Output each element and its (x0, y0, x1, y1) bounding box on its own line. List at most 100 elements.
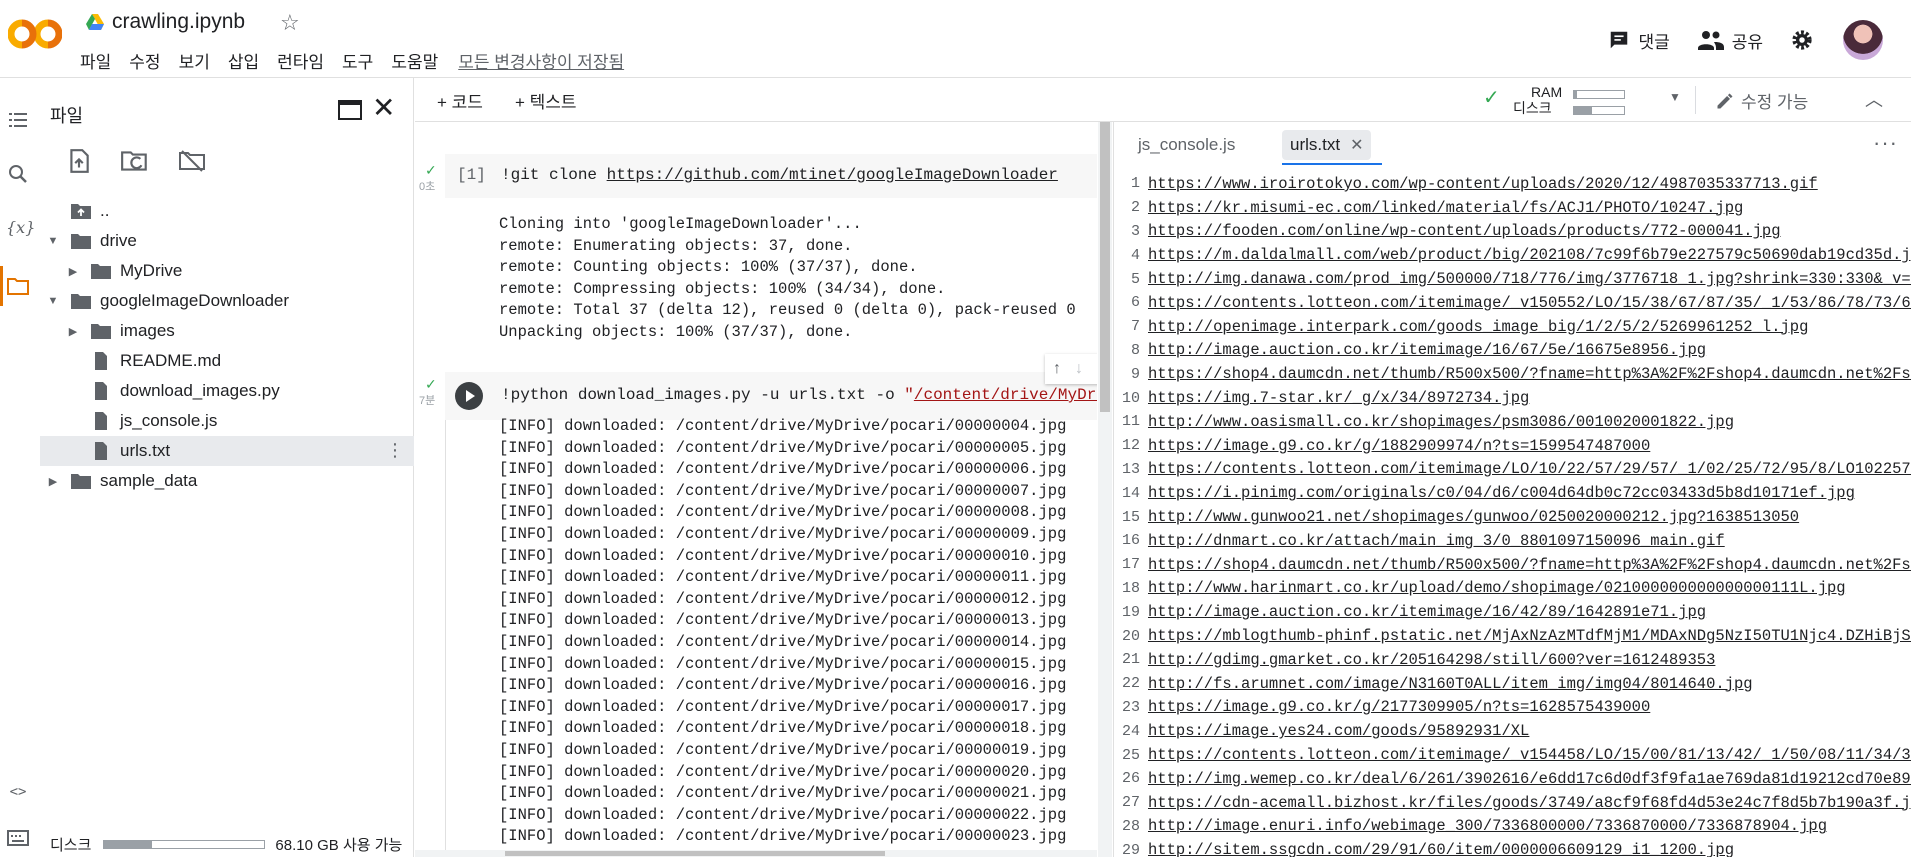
variables-icon[interactable]: {x} (6, 218, 35, 242)
run-cell-button[interactable] (455, 382, 483, 410)
editor-line[interactable]: 4 https://m.daldalmall.com/web/product/bi… (1114, 243, 1911, 267)
editor-line[interactable]: 17 https://shop4.daumcdn.net/thumb/R500x5… (1114, 553, 1911, 577)
star-icon[interactable]: ☆ (280, 10, 300, 36)
editor-line[interactable]: 16 http://dnmart.co.kr/attach/main_img_3/… (1114, 529, 1911, 553)
editor-line[interactable]: 14 https://i.pinimg.com/originals/c0/04/d… (1114, 481, 1911, 505)
line-text[interactable]: https://contents.lotteon.com/itemimage/_… (1148, 294, 1911, 312)
editor-line[interactable]: 2 https://kr.misumi-ec.com/linked/materia… (1114, 196, 1911, 220)
share-button[interactable]: 공유 (1697, 28, 1763, 53)
edit-mode-button[interactable]: 수정 가능 (1715, 88, 1808, 113)
line-text[interactable]: https://mblogthumb-phinf.pstatic.net/MjA… (1148, 627, 1911, 645)
move-down-icon[interactable]: ↓ (1075, 360, 1083, 378)
cell-code[interactable]: !python download_images.py -u urls.txt -… (501, 386, 1097, 404)
menu-runtime[interactable]: 런타임 (277, 48, 324, 73)
tree-item-js-console[interactable]: js_console.js (40, 406, 414, 436)
refresh-folder-icon[interactable] (120, 148, 150, 174)
add-code-button[interactable]: + 코드 (437, 88, 483, 113)
editor-line[interactable]: 23 https://image.g9.co.kr/g/2177309905/n?… (1114, 696, 1911, 720)
close-tab-icon[interactable]: ✕ (1350, 135, 1363, 155)
unmount-drive-icon[interactable] (178, 148, 206, 174)
tree-item-drive[interactable]: ▼ drive (40, 226, 414, 256)
tree-item-images[interactable]: ▶ images (40, 316, 414, 346)
editor-line[interactable]: 15 http://www.gunwoo21.net/shopimages/gun… (1114, 505, 1911, 529)
settings-button[interactable] (1791, 29, 1821, 51)
line-text[interactable]: https://contents.lotteon.com/itemimage/_… (1148, 746, 1911, 764)
editor-line[interactable]: 7 http://openimage.interpark.com/goods_im… (1114, 315, 1911, 339)
caret-down-icon[interactable]: ▼ (46, 235, 60, 247)
line-text[interactable]: http://image.enuri.info/webimage_300/733… (1148, 817, 1827, 835)
caret-right-icon[interactable]: ▶ (66, 325, 80, 338)
tree-item-googleimagedownloader[interactable]: ▼ googleImageDownloader (40, 286, 414, 316)
line-text[interactable]: http://img.danawa.com/prod_img/500000/71… (1148, 270, 1911, 288)
folder-icon[interactable] (6, 274, 30, 298)
menu-view[interactable]: 보기 (179, 48, 210, 73)
menu-tools[interactable]: 도구 (342, 48, 373, 73)
line-text[interactable]: https://cdn-acemall.bizhost.kr/files/goo… (1148, 794, 1911, 812)
editor-line[interactable]: 5 http://img.danawa.com/prod_img/500000/7… (1114, 267, 1911, 291)
tree-item-readme[interactable]: README.md (40, 346, 414, 376)
line-text[interactable]: https://image.g9.co.kr/g/1882909974/n?ts… (1148, 437, 1650, 455)
tree-item-parent[interactable]: .. (40, 196, 414, 226)
tree-item-sample-data[interactable]: ▶ sample_data (40, 466, 414, 496)
line-text[interactable]: http://dnmart.co.kr/attach/main_img_3/0_… (1148, 532, 1725, 550)
editor-line[interactable]: 1 https://www.iroirotokyo.com/wp-content/… (1114, 172, 1911, 196)
line-text[interactable]: http://gdimg.gmarket.co.kr/205164298/sti… (1148, 651, 1715, 669)
add-text-button[interactable]: + 텍스트 (515, 88, 577, 113)
editor-line[interactable]: 27 https://cdn-acemall.bizhost.kr/files/g… (1114, 791, 1911, 815)
code-snippets-icon[interactable]: <> (6, 784, 30, 808)
line-text[interactable]: https://image.yes24.com/goods/95892931/X… (1148, 722, 1529, 740)
colab-logo[interactable] (8, 15, 62, 53)
editor-line[interactable]: 29 http://sitem.ssgcdn.com/29/91/60/item/… (1114, 838, 1911, 857)
scrollbar-thumb[interactable] (1100, 122, 1110, 412)
line-text[interactable]: https://fooden.com/online/wp-content/upl… (1148, 222, 1781, 240)
notebook-title[interactable]: crawling.ipynb (112, 10, 245, 34)
line-text[interactable]: http://sitem.ssgcdn.com/29/91/60/item/00… (1148, 841, 1734, 857)
editor-line[interactable]: 28 http://image.enuri.info/webimage_300/7… (1114, 815, 1911, 839)
line-text[interactable]: https://www.iroirotokyo.com/wp-content/u… (1148, 175, 1818, 193)
line-text[interactable]: http://www.harinmart.co.kr/upload/demo/s… (1148, 579, 1846, 597)
menu-edit[interactable]: 수정 (129, 48, 160, 73)
menu-help[interactable]: 도움말 (391, 48, 438, 73)
scrollbar-thumb[interactable] (505, 851, 885, 856)
line-text[interactable]: https://m.daldalmall.com/web/product/big… (1148, 246, 1911, 264)
editor-line[interactable]: 9 https://shop4.daumcdn.net/thumb/R500x50… (1114, 362, 1911, 386)
collapse-header-icon[interactable]: ︿ (1865, 86, 1883, 112)
code-string-path[interactable]: /content/drive/MyDrive/p (914, 386, 1097, 404)
avatar[interactable] (1843, 20, 1883, 60)
tree-item-download-images[interactable]: download_images.py (40, 376, 414, 406)
line-text[interactable]: http://openimage.interpark.com/goods_ima… (1148, 318, 1808, 336)
line-text[interactable]: https://kr.misumi-ec.com/linked/material… (1148, 199, 1743, 217)
close-icon[interactable]: ✕ (372, 94, 395, 122)
editor-line[interactable]: 18 http://www.harinmart.co.kr/upload/demo… (1114, 577, 1911, 601)
caret-right-icon[interactable]: ▶ (66, 265, 80, 278)
code-link[interactable]: https://github.com/mtinet/googleImageDow… (607, 166, 1058, 184)
editor-line[interactable]: 24 https://image.yes24.com/goods/95892931… (1114, 719, 1911, 743)
move-up-icon[interactable]: ↑ (1053, 360, 1061, 378)
line-text[interactable]: https://img.7-star.kr/_g/x/34/8972734.jp… (1148, 389, 1529, 407)
line-text[interactable]: https://shop4.daumcdn.net/thumb/R500x500… (1148, 556, 1911, 574)
editor-line[interactable]: 6 https://contents.lotteon.com/itemimage/… (1114, 291, 1911, 315)
editor-line[interactable]: 21 http://gdimg.gmarket.co.kr/205164298/s… (1114, 648, 1911, 672)
caret-down-icon[interactable]: ▼ (46, 295, 60, 307)
line-text[interactable]: https://image.g9.co.kr/g/2177309905/n?ts… (1148, 698, 1650, 716)
tree-item-mydrive[interactable]: ▶ MyDrive (40, 256, 414, 286)
editor-line[interactable]: 20 https://mblogthumb-phinf.pstatic.net/M… (1114, 624, 1911, 648)
editor-line[interactable]: 8 http://image.auction.co.kr/itemimage/16… (1114, 339, 1911, 363)
resource-monitor[interactable]: ✓ RAM 디스크 (1483, 84, 1625, 116)
save-status-link[interactable]: 모든 변경사항이 저장됨 (458, 48, 624, 73)
caret-right-icon[interactable]: ▶ (46, 475, 60, 488)
editor-line[interactable]: 3 https://fooden.com/online/wp-content/up… (1114, 220, 1911, 244)
line-text[interactable]: http://fs.arumnet.com/image/N3160T0ALL/i… (1148, 675, 1753, 693)
line-text[interactable]: http://img.wemep.co.kr/deal/6/261/390261… (1148, 770, 1911, 788)
code-cell[interactable]: !python download_images.py -u urls.txt -… (445, 354, 1097, 420)
toc-icon[interactable] (6, 108, 30, 132)
editor-line[interactable]: 11 http://www.oasismall.co.kr/shopimages/… (1114, 410, 1911, 434)
terminal-icon[interactable] (6, 826, 30, 850)
line-text[interactable]: http://image.auction.co.kr/itemimage/16/… (1148, 603, 1706, 621)
editor-line[interactable]: 26 http://img.wemep.co.kr/deal/6/261/3902… (1114, 767, 1911, 791)
more-vert-icon[interactable]: ⋮ (386, 440, 404, 461)
chevron-down-icon[interactable]: ▼ (1669, 90, 1681, 104)
tree-item-urls[interactable]: urls.txt ⋮ (40, 436, 414, 466)
editor-line[interactable]: 22 http://fs.arumnet.com/image/N3160T0ALL… (1114, 672, 1911, 696)
notebook-scrollbar[interactable] (1098, 122, 1112, 857)
